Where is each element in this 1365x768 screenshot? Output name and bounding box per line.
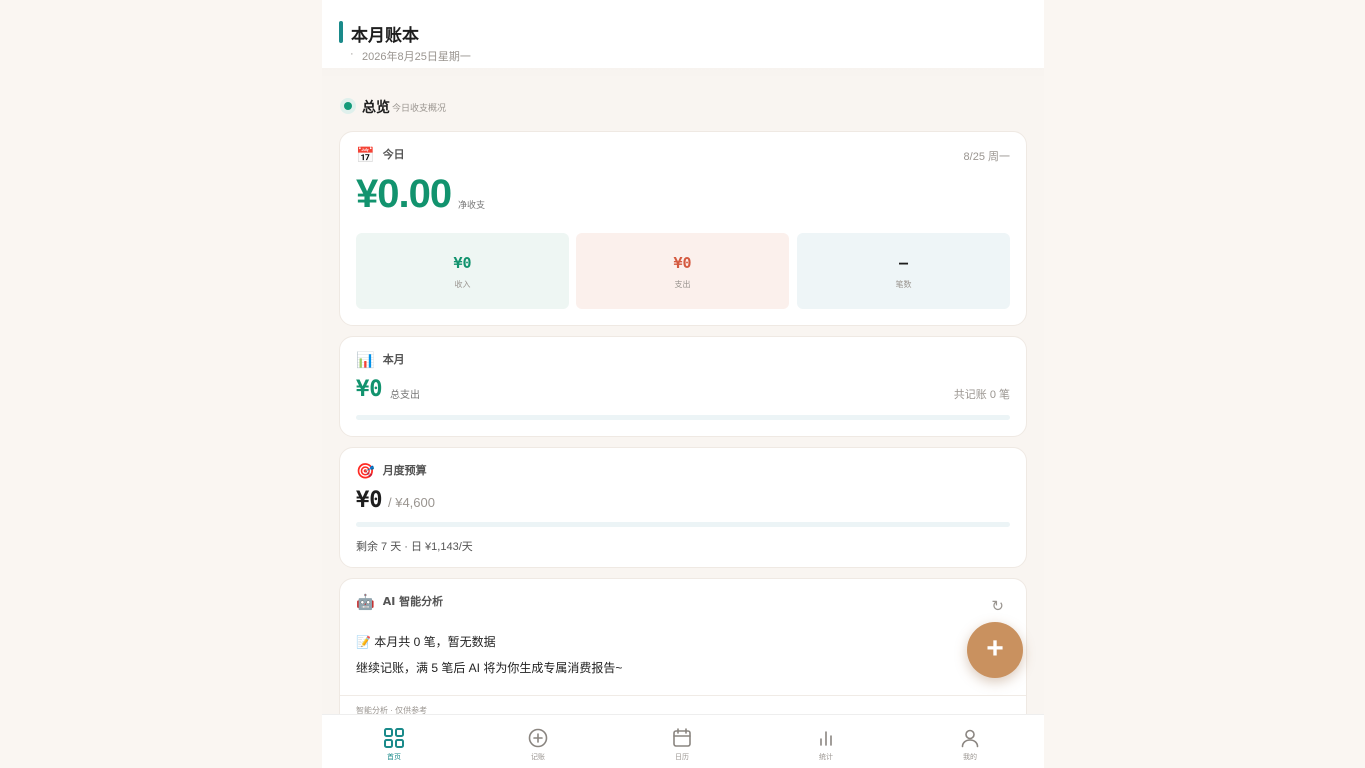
- section-title: 总览: [362, 100, 390, 116]
- add-record-button[interactable]: +: [967, 622, 1023, 678]
- page-title: 本月账本: [351, 26, 419, 46]
- target-emoji-icon: 🎯: [356, 463, 375, 480]
- tab-calendar-label: 日历: [675, 754, 689, 761]
- user-icon: [961, 729, 979, 748]
- today-net-amount: ¥0.00: [356, 172, 452, 216]
- today-card[interactable]: 📅 今日 8/25 周一 ¥0.00 净收支 ¥0 收入 ¥0 支出 – 笔数: [339, 131, 1027, 326]
- today-count-value: –: [898, 254, 909, 272]
- header-divider: [322, 68, 1044, 78]
- header-accent-bar: [339, 21, 343, 43]
- tab-stats[interactable]: 统计: [806, 727, 846, 762]
- today-income-tile[interactable]: ¥0 收入: [356, 233, 569, 309]
- tab-calendar[interactable]: 日历: [662, 727, 702, 762]
- ai-card-title: AI 智能分析: [382, 595, 444, 608]
- today-income-label: 收入: [454, 280, 471, 289]
- tab-profile[interactable]: 我的: [950, 727, 990, 762]
- tab-record-label: 记账: [531, 754, 545, 761]
- status-dot-icon: [340, 98, 356, 114]
- tab-home-label: 首页: [387, 754, 401, 761]
- budget-spent-amount: ¥0: [356, 488, 383, 513]
- month-progress-bar: [356, 415, 1010, 420]
- budget-total-amount: / ¥4,600: [388, 495, 435, 510]
- section-subtitle: 今日收支概况: [392, 103, 447, 113]
- tab-stats-label: 统计: [819, 754, 833, 761]
- month-card-header: 📊 本月: [356, 351, 405, 369]
- month-total-amount: ¥0: [356, 377, 383, 402]
- tab-home[interactable]: 首页: [374, 727, 414, 762]
- plus-circle-icon: [528, 728, 548, 748]
- today-expense-value: ¥0: [673, 254, 692, 272]
- bar-chart-icon: [820, 731, 832, 746]
- tab-record[interactable]: 记账: [518, 727, 558, 762]
- today-expense-label: 支出: [674, 280, 691, 289]
- today-card-title: 今日: [382, 148, 405, 161]
- app-screen: 本月账本 · 2026年8月25日星期一 总览 今日收支概况 📅 今日 8/25 …: [322, 0, 1044, 768]
- tab-profile-label: 我的: [963, 754, 977, 761]
- month-card[interactable]: 📊 本月 ¥0 总支出 共记账 0 笔: [339, 336, 1027, 437]
- bottom-tab-bar: 首页 记账 日历 统计 我的: [322, 714, 1044, 768]
- month-card-title: 本月: [382, 353, 405, 366]
- budget-card[interactable]: 🎯 月度预算 ¥0 / ¥4,600 剩余 7 天 · 日 ¥1,143/天: [339, 447, 1027, 568]
- month-total-label: 总支出: [390, 390, 420, 401]
- page-header: 本月账本 · 2026年8月25日星期一: [322, 0, 1044, 68]
- today-net-label: 净收支: [458, 200, 486, 210]
- ai-summary-line: 📝 本月共 0 笔，暂无数据: [356, 635, 496, 649]
- ai-card-header: 🤖 AI 智能分析: [356, 593, 443, 611]
- today-date: 8/25 周一: [963, 151, 1010, 163]
- today-income-value: ¥0: [453, 254, 472, 272]
- budget-card-title: 月度预算: [382, 464, 427, 477]
- ai-divider: [340, 695, 1026, 696]
- header-bullet: ·: [350, 48, 354, 60]
- today-count-label: 笔数: [895, 280, 912, 289]
- budget-remaining-note: 剩余 7 天 · 日 ¥1,143/天: [356, 541, 473, 553]
- ai-hint-line: 继续记账，满 5 笔后 AI 将为你生成专属消费报告~: [356, 661, 623, 675]
- today-count-tile[interactable]: – 笔数: [797, 233, 1010, 309]
- grid-icon: [384, 728, 404, 748]
- header-date: 2026年8月25日星期一: [362, 51, 471, 63]
- budget-progress-bar: [356, 522, 1010, 527]
- refresh-icon[interactable]: ↻: [991, 597, 1004, 615]
- today-card-header: 📅 今日: [356, 146, 405, 164]
- budget-card-header: 🎯 月度预算: [356, 462, 427, 480]
- bar-chart-emoji-icon: 📊: [356, 352, 375, 369]
- robot-emoji-icon: 🤖: [356, 594, 375, 611]
- month-record-count: 共记账 0 笔: [953, 389, 1010, 401]
- calendar-icon: [673, 728, 691, 747]
- calendar-emoji-icon: 📅: [356, 147, 375, 164]
- today-expense-tile[interactable]: ¥0 支出: [576, 233, 789, 309]
